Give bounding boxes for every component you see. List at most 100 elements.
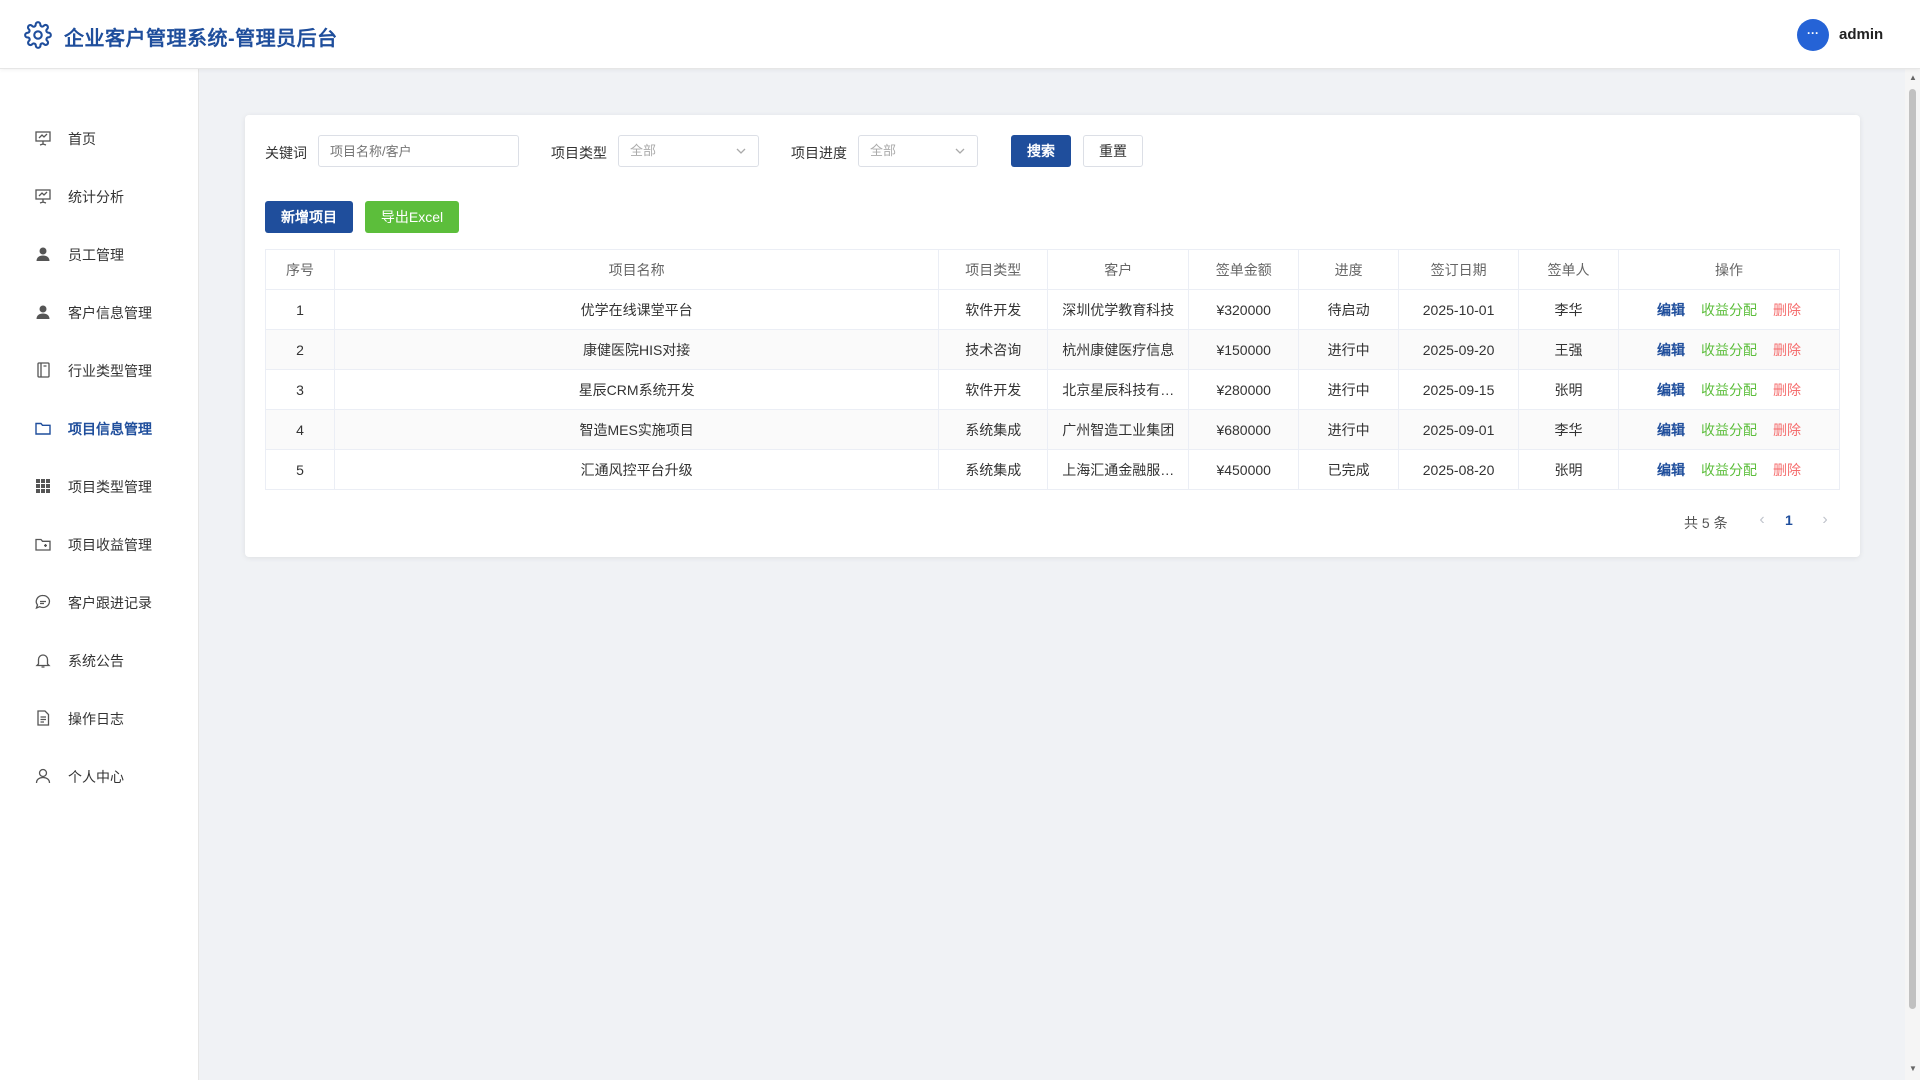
cell-no: 5 (265, 449, 335, 490)
sidebar-item-employees[interactable]: 员工管理 (0, 232, 199, 276)
avatar[interactable]: ··· (1797, 19, 1829, 51)
cell-type: 软件开发 (938, 369, 1049, 410)
bell-icon (35, 654, 51, 668)
delete-link[interactable]: 删除 (1773, 300, 1801, 320)
cell-no: 2 (265, 329, 335, 370)
edit-link[interactable]: 编辑 (1657, 300, 1685, 320)
edit-link[interactable]: 编辑 (1657, 420, 1685, 440)
cell-name: 优学在线课堂平台 (333, 289, 940, 330)
sidebar-item-label: 客户跟进记录 (68, 595, 152, 611)
notebook-icon (37, 362, 50, 378)
top-header: 企业客户管理系统-管理员后台 ··· admin (0, 0, 1920, 69)
chevron-left-icon[interactable]: ‹ (1754, 511, 1770, 528)
delete-link[interactable]: 删除 (1773, 420, 1801, 440)
sidebar-item-industry-types[interactable]: 行业类型管理 (0, 348, 199, 392)
folder-add-icon (35, 538, 51, 551)
cell-date: 2025-09-01 (1398, 409, 1520, 450)
profit-distribution-link[interactable]: 收益分配 (1701, 340, 1757, 360)
sidebar-item-project-types[interactable]: 项目类型管理 (0, 464, 199, 508)
sidebar-item-profile[interactable]: 个人中心 (0, 754, 199, 798)
pagination-total: 共 5 条 (1684, 515, 1728, 531)
table-row: 5 汇通风控平台升级 系统集成 上海汇通金融服… ¥450000 已完成 202… (265, 449, 1840, 490)
chevron-right-icon[interactable]: › (1817, 511, 1833, 528)
sidebar-item-label: 项目类型管理 (68, 479, 152, 495)
scroll-down-arrow-icon[interactable]: ▼ (1909, 1064, 1917, 1073)
column-header: 项目类型 (938, 249, 1049, 290)
sidebar-item-label: 项目收益管理 (68, 537, 152, 553)
delete-link[interactable]: 删除 (1773, 380, 1801, 400)
cell-actions: 编辑 收益分配 删除 (1618, 449, 1840, 490)
user-filled-icon (36, 305, 50, 319)
project-table: 序号 项目名称 项目类型 客户 签单金额 进度 签订日期 签单人 操作 1 优学… (265, 249, 1840, 490)
cell-client: 上海汇通金融服… (1047, 449, 1190, 490)
cell-name: 智造MES实施项目 (333, 409, 940, 450)
cell-progress: 待启动 (1298, 289, 1400, 330)
vertical-scrollbar[interactable]: ▲ ▼ (1905, 69, 1920, 1080)
cell-date: 2025-09-15 (1398, 369, 1520, 410)
folder-icon (35, 422, 51, 435)
cell-amount: ¥280000 (1188, 369, 1300, 410)
sidebar-item-followups[interactable]: 客户跟进记录 (0, 580, 199, 624)
sidebar-item-operation-log[interactable]: 操作日志 (0, 696, 199, 740)
presentation-icon (35, 131, 51, 146)
add-project-button[interactable]: 新增项目 (265, 201, 353, 233)
project-progress-value: 全部 (870, 143, 897, 158)
project-list-card: 关键词 项目类型 全部 项目进度 全部 搜索 重置 新增项目 导出Excel 序… (245, 115, 1860, 557)
table-header-row: 序号 项目名称 项目类型 客户 签单金额 进度 签订日期 签单人 操作 (265, 249, 1840, 290)
cell-actions: 编辑 收益分配 删除 (1618, 409, 1840, 450)
sidebar-item-announcements[interactable]: 系统公告 (0, 638, 199, 682)
table-row: 3 星辰CRM系统开发 软件开发 北京星辰科技有… ¥280000 进行中 20… (265, 369, 1840, 410)
keyword-label: 关键词 (265, 145, 307, 161)
profit-distribution-link[interactable]: 收益分配 (1701, 420, 1757, 440)
column-header: 客户 (1047, 249, 1190, 290)
project-type-select[interactable]: 全部 (618, 135, 759, 167)
project-progress-label: 项目进度 (791, 145, 847, 161)
column-header: 项目名称 (333, 249, 940, 290)
cell-signer: 李华 (1518, 289, 1619, 330)
cell-amount: ¥320000 (1188, 289, 1300, 330)
sidebar-item-label: 系统公告 (68, 653, 124, 669)
profit-distribution-link[interactable]: 收益分配 (1701, 300, 1757, 320)
sidebar-item-home[interactable]: 首页 (0, 116, 199, 160)
presentation-chart-icon (35, 189, 51, 204)
edit-link[interactable]: 编辑 (1657, 460, 1685, 480)
user-filled-icon (36, 247, 50, 261)
edit-link[interactable]: 编辑 (1657, 340, 1685, 360)
sidebar-item-clients[interactable]: 客户信息管理 (0, 290, 199, 334)
cell-type: 软件开发 (938, 289, 1049, 330)
cell-client: 北京星辰科技有… (1047, 369, 1190, 410)
profit-distribution-link[interactable]: 收益分配 (1701, 380, 1757, 400)
delete-link[interactable]: 删除 (1773, 460, 1801, 480)
sidebar: 首页 统计分析 员工管理 客户信息管理 行业类型管理 项目信息管理 项目类型管理… (0, 69, 199, 1080)
delete-link[interactable]: 删除 (1773, 340, 1801, 360)
reset-button[interactable]: 重置 (1083, 135, 1143, 167)
user-outline-icon (35, 768, 51, 784)
edit-link[interactable]: 编辑 (1657, 380, 1685, 400)
column-header: 签单金额 (1188, 249, 1300, 290)
scrollbar-thumb[interactable] (1909, 89, 1916, 1009)
profit-distribution-link[interactable]: 收益分配 (1701, 460, 1757, 480)
search-button[interactable]: 搜索 (1011, 135, 1071, 167)
cell-amount: ¥680000 (1188, 409, 1300, 450)
sidebar-item-project-revenue[interactable]: 项目收益管理 (0, 522, 199, 566)
cell-amount: ¥450000 (1188, 449, 1300, 490)
table-row: 2 康健医院HIS对接 技术咨询 杭州康健医疗信息 ¥150000 进行中 20… (265, 329, 1840, 370)
cell-progress: 进行中 (1298, 369, 1400, 410)
column-header: 操作 (1618, 249, 1840, 290)
username[interactable]: admin (1839, 26, 1883, 43)
sidebar-item-label: 统计分析 (68, 189, 124, 205)
sidebar-item-statistics[interactable]: 统计分析 (0, 174, 199, 218)
cell-no: 4 (265, 409, 335, 450)
cell-client: 杭州康健医疗信息 (1047, 329, 1190, 370)
project-progress-select[interactable]: 全部 (858, 135, 978, 167)
pagination-page[interactable]: 1 (1785, 512, 1793, 528)
scroll-up-arrow-icon[interactable]: ▲ (1909, 73, 1917, 82)
sidebar-item-projects[interactable]: 项目信息管理 (0, 406, 199, 450)
column-header: 签单人 (1518, 249, 1619, 290)
cell-actions: 编辑 收益分配 删除 (1618, 329, 1840, 370)
cell-client: 广州智造工业集团 (1047, 409, 1190, 450)
cell-date: 2025-09-20 (1398, 329, 1520, 370)
keyword-input[interactable] (318, 135, 519, 167)
cell-actions: 编辑 收益分配 删除 (1618, 369, 1840, 410)
export-excel-button[interactable]: 导出Excel (365, 201, 459, 233)
